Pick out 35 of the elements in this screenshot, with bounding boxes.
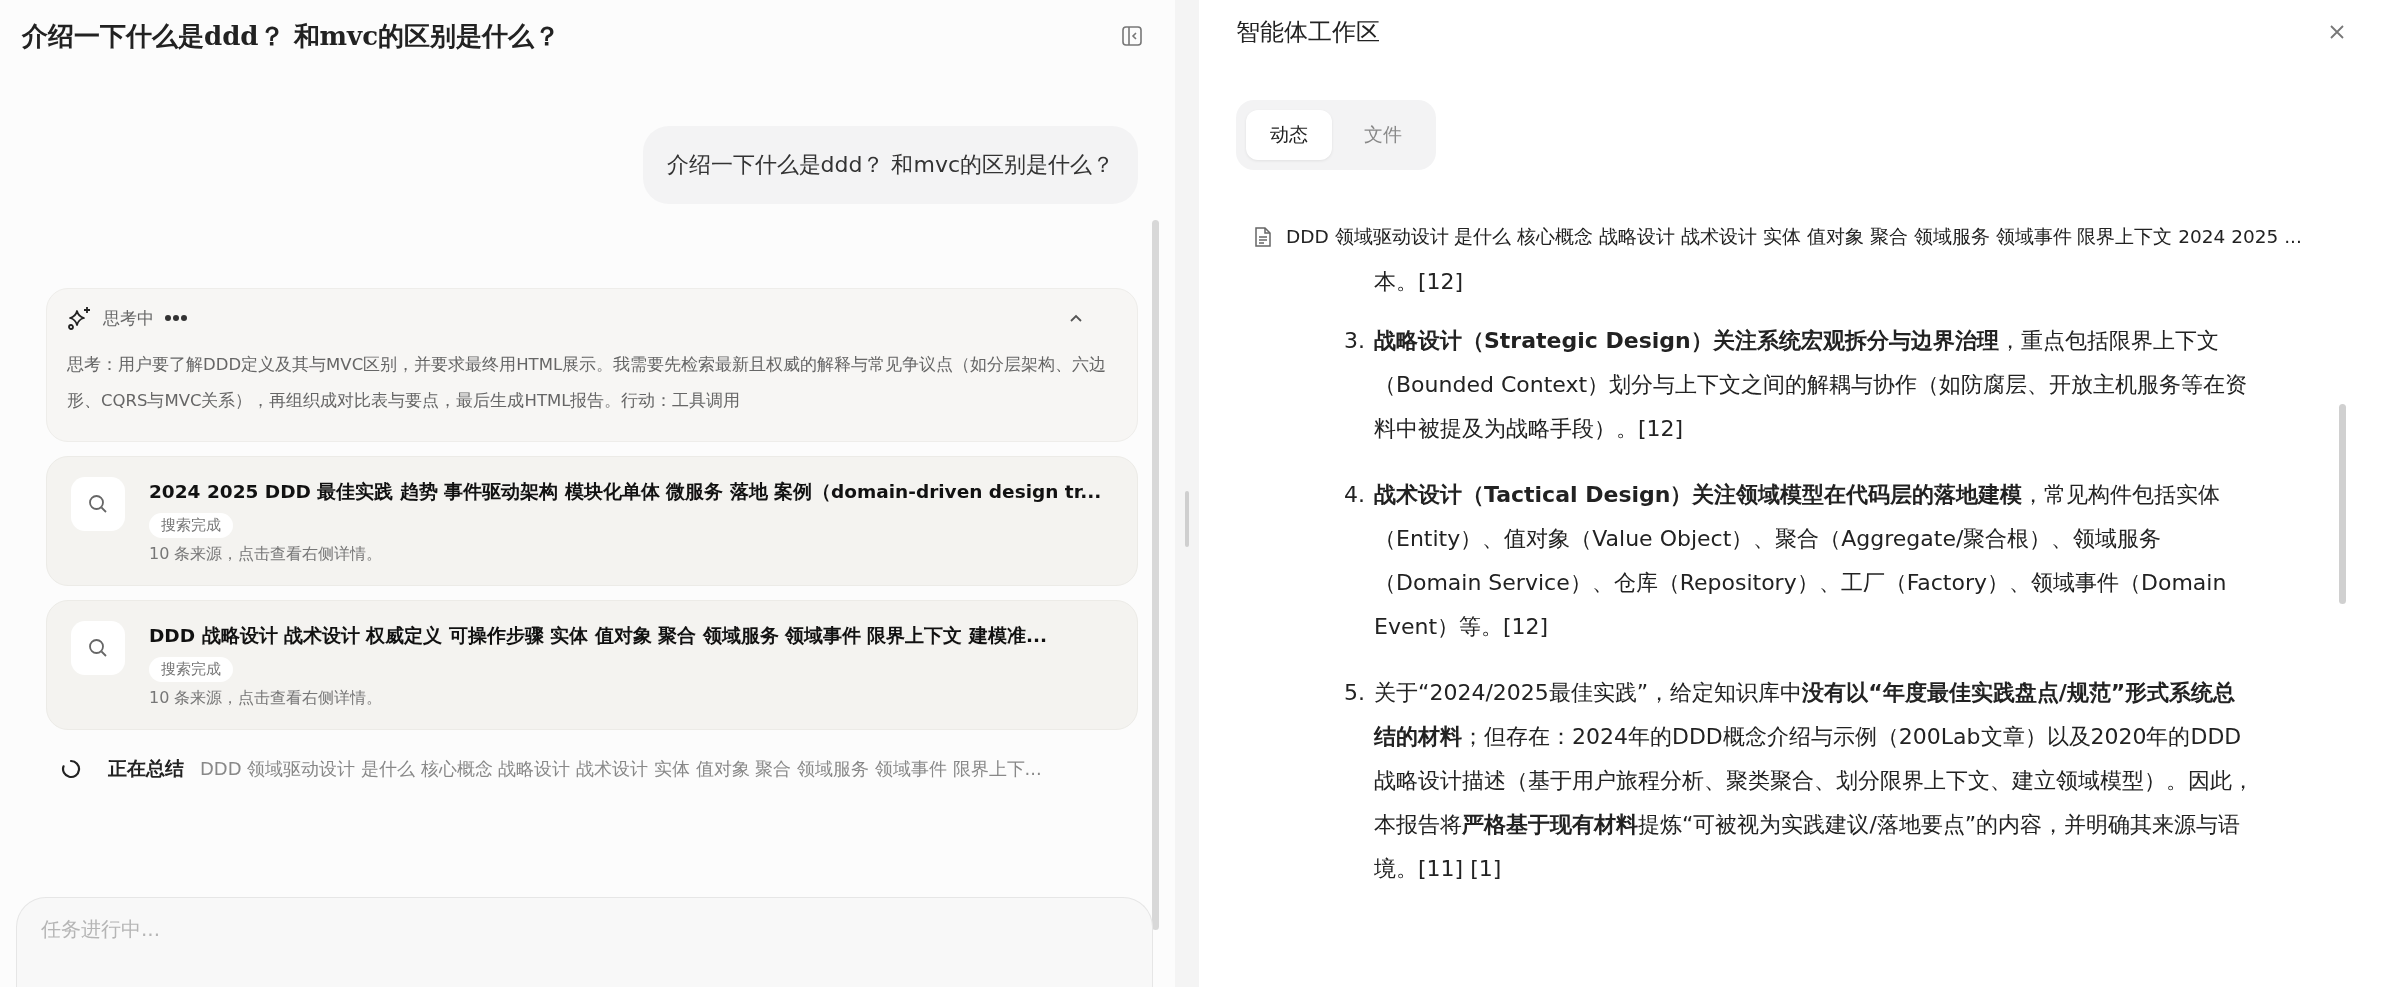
search-status-tag: 搜索完成 (149, 513, 233, 538)
scrollbar-thumb[interactable] (2339, 404, 2346, 604)
chat-title: 介绍一下什么是ddd？ 和mvc的区别是什么？ (22, 19, 561, 53)
list-number: 5. (1344, 679, 1366, 707)
scrollbar-thumb[interactable] (1152, 220, 1159, 930)
progress-label: 正在总结 (108, 756, 184, 781)
task-input-field[interactable]: 任务进行中... (16, 897, 1153, 987)
search-icon (71, 477, 125, 531)
thinking-text: 思考：用户要了解DDD定义及其与MVC区别，并要求最终用HTML展示。我需要先检索最新且权威的解释与常见争议点（如分层架构、六边形、CQRS与MVC关系），再组织成对比表与要点，最后生成HTML报告。行动：工具调用 (67, 354, 1108, 412)
sidebar-toggle-icon[interactable] (1121, 25, 1143, 47)
tab[interactable]: 动态 (1246, 110, 1332, 160)
search-query: 2024 2025 DDD 最佳实践 趋势 事件驱动架构 模块化单体 微服务 落地 案例（domain-driven design tr... (149, 480, 1102, 504)
sparkle-icon (67, 305, 93, 331)
search-icon (71, 621, 125, 675)
loading-dots-icon (164, 314, 188, 322)
resize-handle[interactable] (1185, 490, 1189, 547)
thinking-label: 思考中 (103, 306, 154, 330)
source-count-text: 10 条来源，点击查看右侧详情。 (149, 544, 384, 565)
source-count-text: 10 条来源，点击查看右侧详情。 (149, 688, 384, 709)
list-number: 4. (1344, 481, 1366, 509)
list-item-text: 战术设计（Tactical Design）关注领域模型在代码层的落地建模，常见构件包括实体（Entity）、值对象（Value Object）、聚合（Aggregate/聚合根）、领域服务（Domain Service）、仓库（Repository）、工厂（Factory）、领域事件（Domain Event）等。[12] (1374, 481, 2228, 641)
search-status-tag: 搜索完成 (149, 657, 233, 682)
list-item-text: 关于“2024/2025最佳实践”，给定知识库中没有以“年度最佳实践盘点/规范”形式系统总结的材料；但存在：2024年的DDD概念介绍与示例（200Lab文章）以及2020年的DDD战略设计描述（基于用户旅程分析、聚类聚合、划分限界上下文、建立领域模型）。因此，本报告将严格基于现有材料提炼“可被视为实践建议/落地要点”的内容，并明确其来源与语境。[11] [1] (1374, 679, 2254, 883)
search-result-card[interactable]: 2024 2025 DDD 最佳实践 趋势 事件驱动架构 模块化单体 微服务 落地 案例（domain-driven design tr... 搜索完成 10 条来源，点击查看右侧详情。 (46, 456, 1138, 586)
workspace-title: 智能体工作区 (1236, 17, 1380, 48)
search-query: DDD 战略设计 战术设计 权威定义 可操作步骤 实体 值对象 聚合 领域服务 领域事件 限界上下文 建模准... (149, 624, 1047, 648)
list-item-text: 战略设计（Strategic Design）关注系统宏观拆分与边界治理，重点包括限界上下文（Bounded Context）划分与上下文之间的解耦与协作（如防腐层、开放主机服务等在资料中被提及为战略手段）。[12] (1374, 327, 2249, 443)
search-result-card[interactable]: DDD 战略设计 战术设计 权威定义 可操作步骤 实体 值对象 聚合 领域服务 领域事件 限界上下文 建模准... 搜索完成 10 条来源，点击查看右侧详情。 (46, 600, 1138, 730)
user-message: 介绍一下什么是ddd？ 和mvc的区别是什么？ (642, 126, 1138, 204)
close-icon[interactable] (2328, 23, 2346, 41)
paragraph-text: 本。[12] (1374, 268, 1465, 296)
document-icon (1254, 225, 1272, 248)
list-number: 3. (1344, 327, 1366, 355)
progress-detail: DDD 领域驱动设计 是什么 核心概念 战略设计 战术设计 实体 值对象 聚合 领域服务 领域事件 限界上下... (200, 757, 1042, 781)
document-title[interactable]: DDD 领域驱动设计 是什么 核心概念 战略设计 战术设计 实体 值对象 聚合 领域服务 领域事件 限界上下文 2024 2025 ... (1286, 224, 2302, 249)
